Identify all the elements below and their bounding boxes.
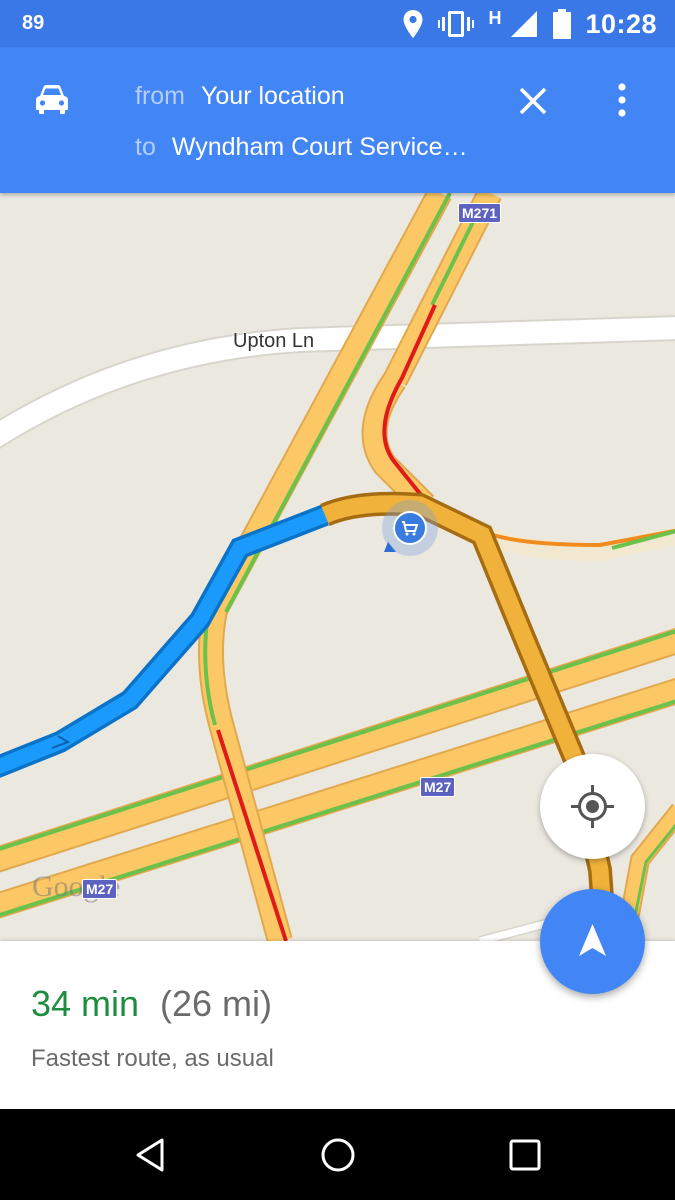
home-icon[interactable]	[318, 1135, 358, 1175]
more-options-icon[interactable]	[606, 82, 638, 118]
network-type: H	[488, 7, 502, 28]
status-icons: H 10:28	[402, 7, 657, 41]
system-navigation-bar	[0, 1109, 675, 1200]
origin-row[interactable]: from Your location	[135, 82, 345, 111]
shopping-cart-icon	[402, 521, 419, 536]
close-icon[interactable]	[516, 84, 550, 118]
start-navigation-button[interactable]	[540, 889, 645, 994]
m271-shield: M271	[458, 203, 502, 223]
route-distance: (26 mi)	[160, 983, 273, 1024]
vibrate-icon	[438, 11, 475, 37]
back-icon[interactable]	[130, 1135, 170, 1175]
crosshair-icon	[571, 785, 614, 828]
clock: 10:28	[585, 8, 657, 39]
battery-icon	[553, 9, 572, 39]
origin-field[interactable]: Your location	[201, 82, 345, 110]
recents-icon[interactable]	[505, 1135, 545, 1175]
from-label: from	[135, 82, 185, 110]
directions-header: from Your location to Wyndham Court Servic…	[0, 47, 675, 193]
my-location-button[interactable]	[540, 754, 645, 859]
destination-field[interactable]: Wyndham Court Service…	[172, 133, 468, 161]
status-bar: 89 H 10:28	[0, 0, 675, 47]
route-path	[0, 504, 329, 778]
signal-icon	[511, 11, 538, 37]
location-icon	[403, 10, 423, 38]
to-label: to	[135, 133, 156, 161]
direction-pointer-icon	[384, 542, 396, 552]
m27-shield: M27	[420, 777, 456, 797]
car-icon[interactable]	[34, 83, 70, 115]
upton-ln-label: Upton Ln	[233, 330, 315, 352]
route-description: Fastest route, as usual	[31, 1045, 274, 1072]
destination-marker[interactable]	[382, 500, 438, 556]
route-duration: 34 min	[31, 983, 140, 1024]
notification-count: 89	[22, 12, 45, 34]
m27-shield-left: M27	[82, 879, 118, 899]
destination-row[interactable]: to Wyndham Court Service…	[135, 133, 468, 162]
navigation-arrow-icon	[579, 924, 606, 956]
